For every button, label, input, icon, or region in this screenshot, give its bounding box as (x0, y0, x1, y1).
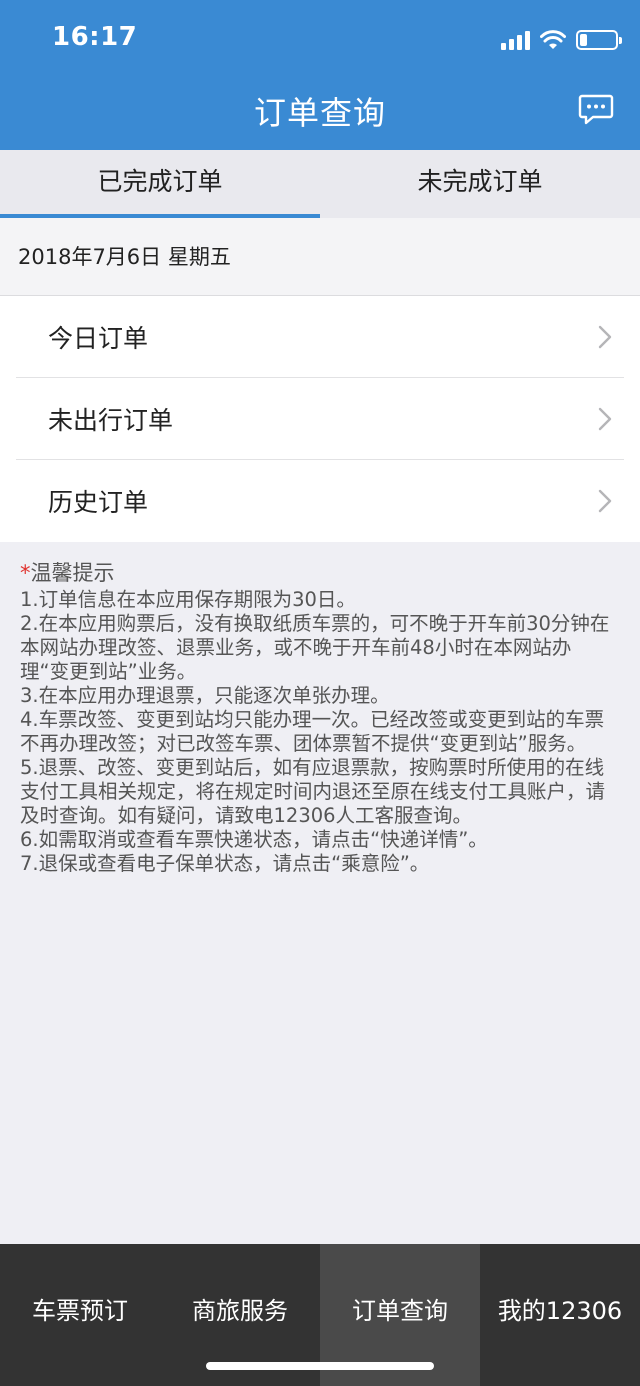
cellular-signal-icon (501, 30, 530, 50)
menu-item-today-orders[interactable]: 今日订单 (16, 296, 624, 378)
chat-bubble-icon (578, 94, 614, 125)
tabbar-ticket-booking[interactable]: 车票预订 (0, 1244, 160, 1386)
tips-title-text: 温馨提示 (30, 561, 115, 585)
tip-item: 7.退保或查看电子保单状态，请点击“乘意险”。 (20, 852, 430, 875)
home-indicator[interactable] (206, 1362, 434, 1370)
tip-item: 6.如需取消或查看车票快递状态，请点击“快递详情”。 (20, 828, 488, 851)
chevron-right-icon (598, 407, 612, 431)
chevron-right-icon (598, 489, 612, 513)
tip-item: 2.在本应用购票后，没有换取纸质车票的，可不晚于开车前30分钟在本网站办理改签、… (20, 612, 610, 683)
chevron-right-icon (598, 325, 612, 349)
tip-item: 5.退票、改签、变更到站后，如有应退票款，按购票时所使用的在线支付工具相关规定，… (20, 756, 606, 827)
app-header: 16:17 订单查询 (0, 0, 640, 150)
order-tabs: 已完成订单 未完成订单 (0, 150, 640, 218)
required-star: * (20, 561, 31, 585)
message-button[interactable] (578, 94, 614, 126)
battery-icon (576, 30, 622, 50)
menu-item-upcoming-orders[interactable]: 未出行订单 (16, 378, 624, 460)
menu-item-label: 未出行订单 (48, 405, 174, 435)
menu-item-label: 历史订单 (48, 488, 149, 517)
tab-pending-orders[interactable]: 未完成订单 (320, 150, 640, 218)
status-bar: 16:17 (0, 0, 640, 80)
menu-item-history-orders[interactable]: 历史订单 (16, 460, 624, 542)
page-title: 订单查询 (253, 94, 386, 132)
tips-title: *温馨提示 (20, 560, 616, 586)
tips-list: 1.订单信息在本应用保存期限为30日。 2.在本应用购票后，没有换取纸质车票的，… (20, 588, 616, 876)
current-date: 2018年7月6日 星期五 (0, 218, 640, 296)
tabbar-my-12306[interactable]: 我的12306 (480, 1244, 640, 1386)
order-menu: 今日订单 未出行订单 历史订单 (0, 296, 640, 542)
menu-item-label: 今日订单 (48, 323, 149, 353)
status-time: 16:17 (52, 22, 138, 52)
battery-level (580, 34, 587, 46)
status-icons (501, 26, 622, 54)
tips-section: *温馨提示 1.订单信息在本应用保存期限为30日。 2.在本应用购票后，没有换取… (20, 560, 616, 876)
tip-item: 1.订单信息在本应用保存期限为30日。 (20, 588, 356, 611)
tip-item: 4.车票改签、变更到站均只能办理一次。已经改签或变更到站的车票不再办理改签；对已… (20, 708, 605, 755)
tab-completed-orders[interactable]: 已完成订单 (0, 150, 320, 218)
tip-item: 3.在本应用办理退票，只能逐次单张办理。 (20, 684, 390, 707)
wifi-icon (540, 30, 566, 50)
